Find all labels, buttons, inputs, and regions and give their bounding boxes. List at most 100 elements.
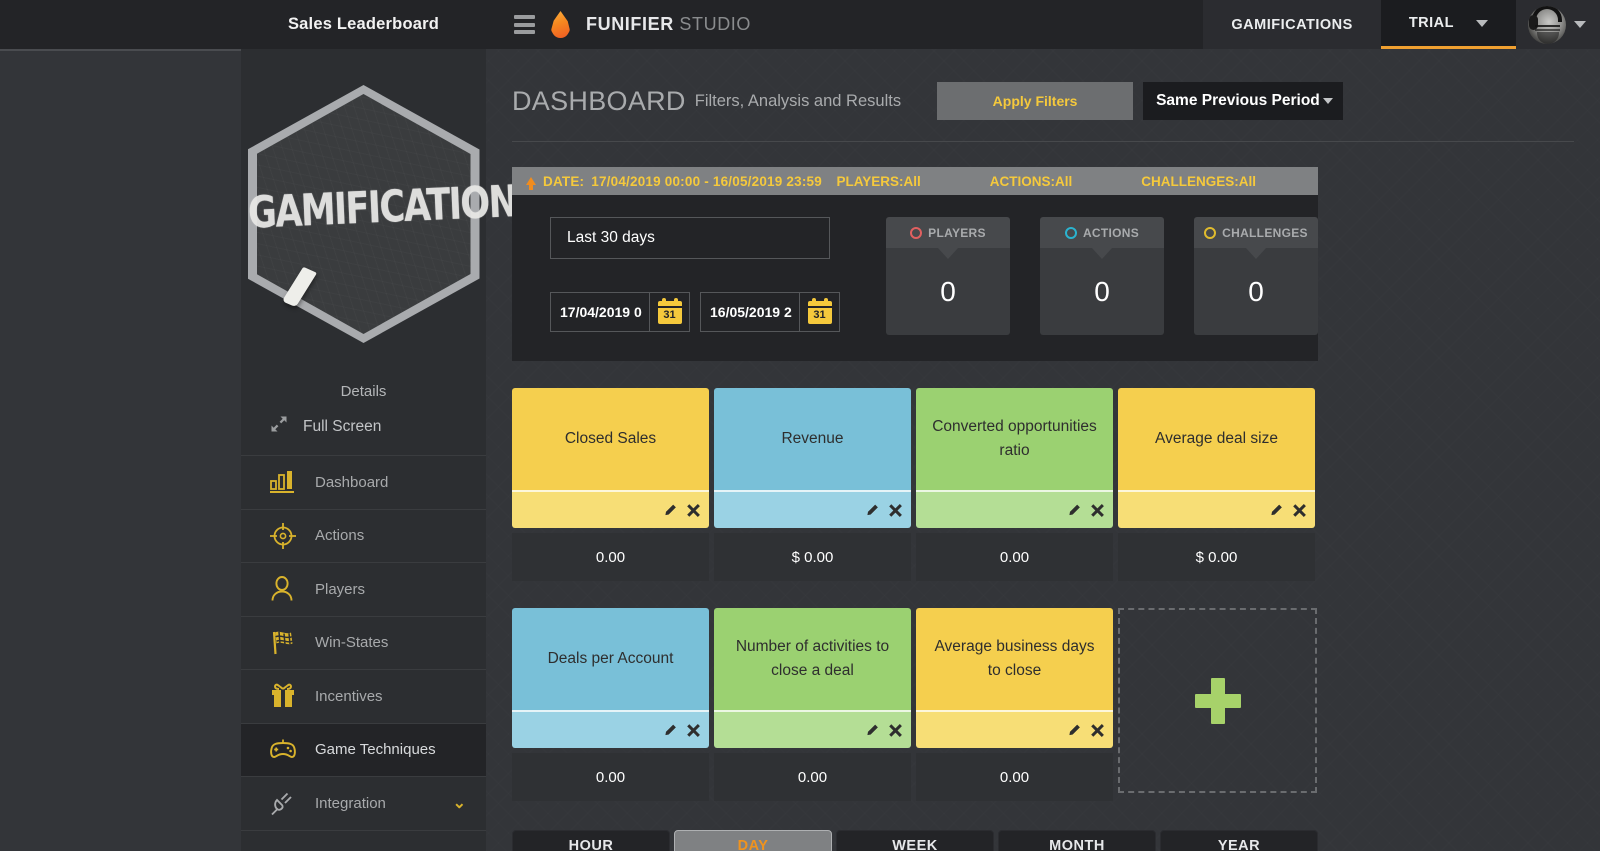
- sidebar-details-label: Details: [340, 383, 387, 400]
- sidebar-item-actions[interactable]: Actions: [241, 510, 486, 563]
- edit-icon[interactable]: [868, 723, 882, 737]
- card-title: Converted opportunities ratio: [916, 388, 1113, 490]
- counter-value: 0: [1194, 248, 1318, 335]
- calendar-icon: 31: [807, 297, 832, 324]
- collapse-arrow-icon[interactable]: [526, 177, 536, 190]
- period-tab-week[interactable]: WEEK: [836, 830, 994, 851]
- card-value: 0.00: [714, 753, 911, 801]
- add-card-placeholder[interactable]: [1118, 608, 1317, 793]
- chevron-down-icon: [1476, 19, 1488, 27]
- user-menu[interactable]: [1516, 0, 1600, 49]
- metric-card[interactable]: Average deal size $ 0.00: [1118, 388, 1315, 581]
- calendar-to-button[interactable]: 31: [799, 293, 839, 331]
- close-icon[interactable]: [687, 504, 700, 517]
- metric-card[interactable]: Converted opportunities ratio 0.00: [916, 388, 1113, 581]
- metric-card[interactable]: Average business days to close 0.00: [916, 608, 1113, 801]
- sidebar-item-incentives[interactable]: Incentives: [241, 670, 486, 724]
- sidebar: Sales Leaderboard GAMIFICATION Details F…: [241, 0, 517, 851]
- chevron-down-icon: [1574, 21, 1586, 28]
- avatar: [1528, 5, 1566, 44]
- card-title: Revenue: [714, 388, 911, 490]
- topbar-left: FUNIFIER STUDIO: [486, 0, 1203, 49]
- calendar-day: 31: [813, 308, 826, 321]
- metric-card[interactable]: Number of activities to close a deal 0.0…: [714, 608, 911, 801]
- person-icon: [269, 575, 297, 603]
- card-value: 0.00: [512, 533, 709, 581]
- date-inputs: 31 31: [550, 292, 862, 332]
- compare-period-select[interactable]: Same Previous Period: [1143, 82, 1344, 120]
- filter-counters: PLAYERS 0 ACTIONS 0 CHALLENGES 0: [862, 217, 1318, 335]
- edit-icon[interactable]: [1070, 723, 1084, 737]
- filter-date-controls: Last 30 days 31: [512, 217, 862, 335]
- checkered-flag-icon: [269, 629, 297, 657]
- tab-trial-label: TRIAL: [1408, 15, 1454, 31]
- page-title: DASHBOARD: [512, 85, 686, 116]
- app-root: Sales Leaderboard GAMIFICATION Details F…: [0, 0, 1600, 851]
- compare-period-value: Same Previous Period: [1156, 92, 1320, 109]
- date-to-input[interactable]: [701, 293, 799, 331]
- sidebar-item-dashboard[interactable]: Dashboard: [241, 456, 486, 510]
- calendar-from-button[interactable]: 31: [649, 293, 689, 331]
- sidebar-item-players[interactable]: Players: [241, 563, 486, 617]
- sidebar-item-label: Dashboard: [315, 473, 389, 491]
- card-value: $ 0.00: [1118, 533, 1315, 581]
- ring-icon: [1204, 226, 1217, 239]
- chevron-down-icon: [1323, 98, 1334, 104]
- fullscreen-label: Full Screen: [303, 417, 382, 435]
- filter-challenges-summary: CHALLENGES:All: [1141, 173, 1256, 189]
- metric-card[interactable]: Deals per Account 0.00: [512, 608, 709, 801]
- close-icon[interactable]: [1091, 504, 1104, 517]
- tab-trial[interactable]: TRIAL: [1380, 0, 1516, 49]
- chevron-down-icon[interactable]: ⌄: [453, 793, 466, 813]
- hamburger-menu-icon[interactable]: [514, 15, 535, 34]
- period-tab-month[interactable]: MONTH: [998, 830, 1156, 851]
- sidebar-item-win-states[interactable]: Win-States: [241, 617, 486, 670]
- fullscreen-button[interactable]: Full Screen: [241, 414, 486, 456]
- counter-value: 0: [1040, 248, 1164, 335]
- sidebar-item-integration[interactable]: Integration ⌄: [241, 777, 486, 831]
- date-range-value: Last 30 days: [567, 229, 655, 246]
- sidebar-item-label: Win-States: [315, 634, 389, 652]
- close-icon[interactable]: [889, 724, 902, 737]
- sidebar-item-label: Integration: [315, 794, 386, 812]
- edit-icon[interactable]: [1272, 503, 1286, 517]
- date-range-select[interactable]: Last 30 days: [550, 217, 830, 259]
- sidebar-item-label: Game Techniques: [315, 741, 436, 759]
- ring-icon: [1064, 226, 1077, 239]
- period-tab-year[interactable]: YEAR: [1160, 830, 1318, 851]
- period-tab-hour[interactable]: HOUR: [512, 830, 670, 851]
- tab-gamifications[interactable]: GAMIFICATIONS: [1203, 0, 1381, 49]
- metric-card[interactable]: Closed Sales 0.00: [512, 388, 709, 581]
- period-tabs: HOUR DAY WEEK MONTH YEAR: [486, 830, 1600, 851]
- period-tab-day[interactable]: DAY: [674, 830, 832, 851]
- main-content: DASHBOARD Filters, Analysis and Results …: [486, 49, 1600, 851]
- brand-primary: FUNIFIER: [586, 14, 674, 34]
- counter-challenges[interactable]: CHALLENGES 0: [1194, 217, 1318, 335]
- counter-label: CHALLENGES: [1222, 225, 1308, 240]
- date-from-input[interactable]: [551, 293, 649, 331]
- close-icon[interactable]: [1091, 724, 1104, 737]
- counter-players[interactable]: PLAYERS 0: [886, 217, 1010, 335]
- metric-card[interactable]: Revenue $ 0.00: [714, 388, 911, 581]
- close-icon[interactable]: [687, 724, 700, 737]
- edit-icon[interactable]: [1070, 503, 1084, 517]
- card-title: Number of activities to close a deal: [714, 608, 911, 710]
- counter-actions[interactable]: ACTIONS 0: [1040, 217, 1164, 335]
- card-value: 0.00: [512, 753, 709, 801]
- sidebar-item-game-techniques[interactable]: Game Techniques: [241, 723, 486, 777]
- counter-label: PLAYERS: [928, 225, 986, 240]
- edit-icon[interactable]: [666, 723, 680, 737]
- filter-date-range: 17/04/2019 00:00 - 16/05/2019 23:59: [591, 173, 822, 189]
- close-icon[interactable]: [889, 504, 902, 517]
- apply-filters-button[interactable]: Apply Filters: [937, 82, 1134, 120]
- bar-chart-icon: [269, 468, 297, 496]
- edit-icon[interactable]: [666, 503, 680, 517]
- brand-name: FUNIFIER STUDIO: [586, 14, 751, 35]
- filter-actions-summary: ACTIONS:All: [989, 173, 1073, 189]
- ring-icon: [910, 226, 923, 239]
- brand-secondary: STUDIO: [679, 14, 752, 34]
- filter-body: Last 30 days 31: [512, 195, 1318, 361]
- close-icon[interactable]: [1293, 504, 1306, 517]
- edit-icon[interactable]: [868, 503, 882, 517]
- filter-summary-bar[interactable]: DATE: 17/04/2019 00:00 - 16/05/2019 23:5…: [512, 167, 1318, 195]
